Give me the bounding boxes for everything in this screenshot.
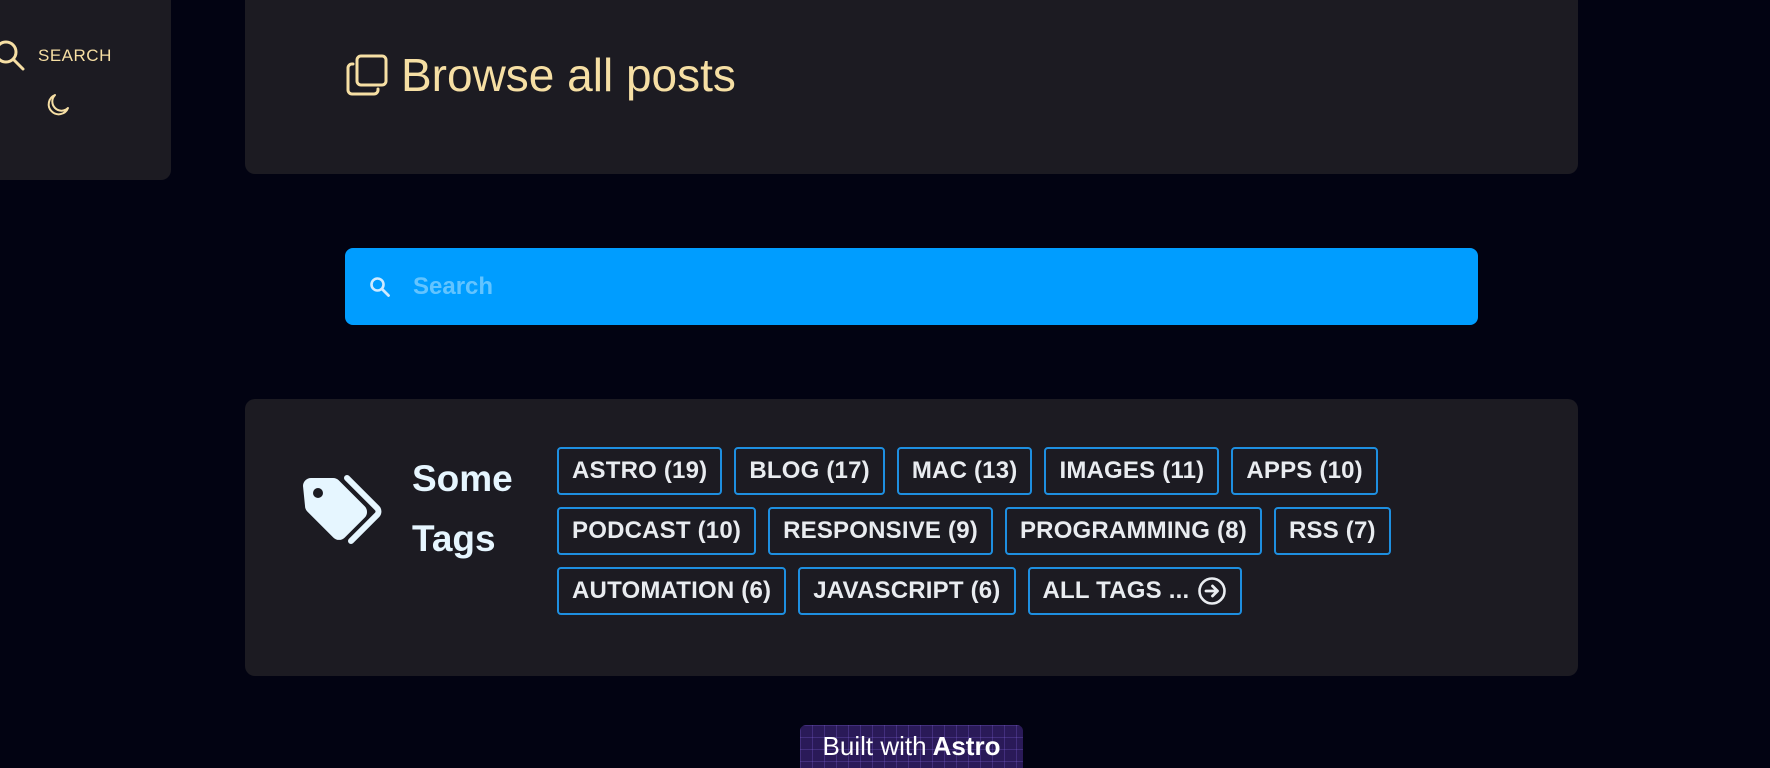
sidebar: SEARCH xyxy=(0,0,171,180)
tag-blog[interactable]: BLOG (17) xyxy=(734,447,885,495)
copy-icon xyxy=(346,54,388,96)
tags-card: Some Tags ASTRO (19) BLOG (17) MAC (13) … xyxy=(245,399,1578,676)
tag-astro[interactable]: ASTRO (19) xyxy=(557,447,723,495)
tag-mac[interactable]: MAC (13) xyxy=(896,447,1033,495)
tag-apps[interactable]: APPS (10) xyxy=(1231,447,1378,495)
search-icon xyxy=(0,40,25,71)
tag-automation[interactable]: AUTOMATION (6) xyxy=(557,567,787,615)
moon-icon[interactable] xyxy=(44,91,72,119)
sidebar-search-link[interactable]: SEARCH xyxy=(0,38,112,74)
all-tags-link[interactable]: ALL TAGS ... xyxy=(1027,567,1243,615)
search-input[interactable] xyxy=(411,247,1478,326)
tags-title-line2: Tags xyxy=(412,518,496,559)
page-title-text: Browse all posts xyxy=(401,49,736,101)
all-tags-label: ALL TAGS ... xyxy=(1042,577,1190,604)
header-card: Browse all posts xyxy=(245,0,1578,174)
tags-title: Some Tags xyxy=(412,449,542,569)
arrow-circle-right-icon xyxy=(1198,577,1227,605)
search-icon xyxy=(370,276,390,297)
tag-images[interactable]: IMAGES (11) xyxy=(1044,447,1220,495)
tag-javascript[interactable]: JAVASCRIPT (6) xyxy=(798,567,1016,615)
tags-list: ASTRO (19) BLOG (17) MAC (13) IMAGES (11… xyxy=(557,447,1457,615)
astro-label: Astro xyxy=(932,731,1001,761)
tag-responsive[interactable]: RESPONSIVE (9) xyxy=(768,507,993,555)
tag-rss[interactable]: RSS (7) xyxy=(1273,507,1391,555)
built-with-astro-badge[interactable]: Built with Astro xyxy=(800,725,1023,768)
tag-podcast[interactable]: PODCAST (10) xyxy=(557,507,757,555)
page-title: Browse all posts xyxy=(345,52,736,98)
tags-title-line1: Some xyxy=(412,458,513,499)
tag-programming[interactable]: PROGRAMMING (8) xyxy=(1004,507,1262,555)
built-with-label: Built with xyxy=(822,731,927,761)
tags-icon xyxy=(303,475,382,544)
page: SEARCH Browse all posts Some xyxy=(0,0,1770,768)
sidebar-search-label: SEARCH xyxy=(38,46,112,65)
search-bar[interactable] xyxy=(345,247,1478,326)
